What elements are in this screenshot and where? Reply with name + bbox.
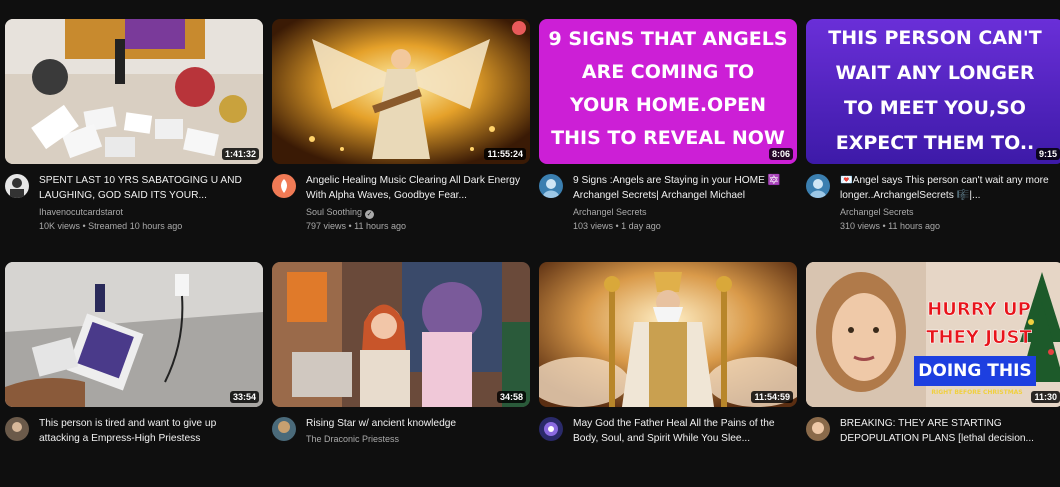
video-thumbnail[interactable]: 1:41:32	[5, 19, 263, 164]
video-title[interactable]: This person is tired and want to give up…	[39, 416, 259, 446]
channel-avatar[interactable]	[806, 174, 830, 198]
video-title[interactable]: Rising Star w/ ancient knowledge	[306, 416, 526, 431]
video-card[interactable]: 1:41:32 SPENT LAST 10 YRS SABATOGING U A…	[5, 19, 263, 244]
video-thumbnail[interactable]: 11:55:24	[272, 19, 530, 164]
channel-avatar[interactable]	[5, 174, 29, 198]
video-duration: 33:54	[229, 391, 259, 403]
video-card[interactable]: 9 SIGNS THAT ANGELS ARE COMING TO YOUR H…	[539, 19, 797, 244]
video-title[interactable]: May God the Father Heal All the Pains of…	[573, 416, 793, 446]
channel-name[interactable]: Soul Soothing ✓	[306, 207, 375, 219]
video-grid: 1:41:32 SPENT LAST 10 YRS SABATOGING U A…	[0, 0, 1060, 444]
channel-avatar[interactable]	[5, 417, 29, 441]
channel-name[interactable]: The Draconic Priestess	[306, 434, 399, 444]
video-title[interactable]: BREAKING: THEY ARE STARTING DEPOPULATION…	[840, 416, 1060, 446]
room-floor-image	[5, 262, 263, 407]
video-stats: 310 views • 11 hours ago	[840, 221, 941, 231]
video-thumbnail[interactable]: 9 SIGNS THAT ANGELS ARE COMING TO YOUR H…	[539, 19, 797, 164]
channel-name[interactable]: Archangel Secrets	[840, 207, 914, 217]
angel-image	[272, 19, 530, 164]
checkmark-circle-icon: ✓	[365, 210, 375, 219]
video-title[interactable]: 9 Signs :Angels are Staying in your HOME…	[573, 173, 793, 203]
channel-avatar[interactable]	[272, 417, 296, 441]
channel-name-text: Soul Soothing	[306, 207, 363, 217]
channel-avatar[interactable]	[272, 174, 296, 198]
video-title[interactable]: Angelic Healing Music Clearing All Dark …	[306, 173, 526, 203]
thumbnail-text: HURRY UPTHEY JUSTSTARTED	[914, 268, 1044, 407]
thumbnail-blue-banner: DOING THIS	[914, 356, 1036, 386]
video-card[interactable]: THIS PERSON CAN'T WAIT ANY LONGER TO MEE…	[806, 19, 1060, 244]
video-card[interactable]: HURRY UPTHEY JUSTSTARTED DOING THIS RIGH…	[806, 262, 1060, 487]
video-duration: 11:55:24	[484, 148, 526, 160]
video-duration: 34:58	[496, 391, 526, 403]
video-stats: 797 views • 11 hours ago	[306, 221, 407, 231]
thumbnail-text: THIS PERSON CAN'T WAIT ANY LONGER TO MEE…	[828, 27, 1042, 154]
video-title[interactable]: SPENT LAST 10 YRS SABATOGING U AND LAUGH…	[39, 173, 259, 203]
channel-avatar[interactable]	[539, 417, 563, 441]
video-stats: 10K views • Streamed 10 hours ago	[39, 221, 183, 231]
video-card[interactable]: 11:54:59 May God the Father Heal All the…	[539, 262, 797, 487]
video-duration: 1:41:32	[221, 148, 259, 160]
thumbnail-subtext: RIGHT BEFORE CHRISTMAS	[931, 389, 1023, 396]
channel-name[interactable]: Ihavenocutcardstarot	[39, 207, 123, 217]
thumbnail-text: 9 SIGNS THAT ANGELS ARE COMING TO YOUR H…	[548, 28, 788, 149]
video-duration: 9:15	[1035, 148, 1060, 160]
video-card[interactable]: 34:58 Rising Star w/ ancient knowledge T…	[272, 262, 530, 487]
video-thumbnail[interactable]: 33:54	[5, 262, 263, 407]
video-duration: 8:06	[768, 148, 793, 160]
tarot-table-image	[5, 19, 263, 164]
streamer-room-image	[272, 262, 530, 407]
video-duration: 11:54:59	[751, 391, 793, 403]
video-thumbnail[interactable]: 11:54:59	[539, 262, 797, 407]
video-title[interactable]: 💌Angel says This person can't wait any m…	[840, 173, 1060, 203]
channel-avatar[interactable]	[806, 417, 830, 441]
channel-name[interactable]: Archangel Secrets	[573, 207, 647, 217]
video-card[interactable]: 33:54 This person is tired and want to g…	[5, 262, 263, 487]
god-father-image	[539, 262, 797, 407]
video-thumbnail[interactable]: HURRY UPTHEY JUSTSTARTED DOING THIS RIGH…	[806, 262, 1060, 407]
video-card[interactable]: 11:55:24 Angelic Healing Music Clearing …	[272, 19, 530, 244]
video-stats: 103 views • 1 day ago	[573, 221, 661, 231]
channel-avatar[interactable]	[539, 174, 563, 198]
video-duration: 11:30	[1031, 391, 1060, 403]
thumbnail-blue-text: DOING THIS	[918, 361, 1032, 381]
video-thumbnail[interactable]: 34:58	[272, 262, 530, 407]
video-thumbnail[interactable]: THIS PERSON CAN'T WAIT ANY LONGER TO MEE…	[806, 19, 1060, 164]
